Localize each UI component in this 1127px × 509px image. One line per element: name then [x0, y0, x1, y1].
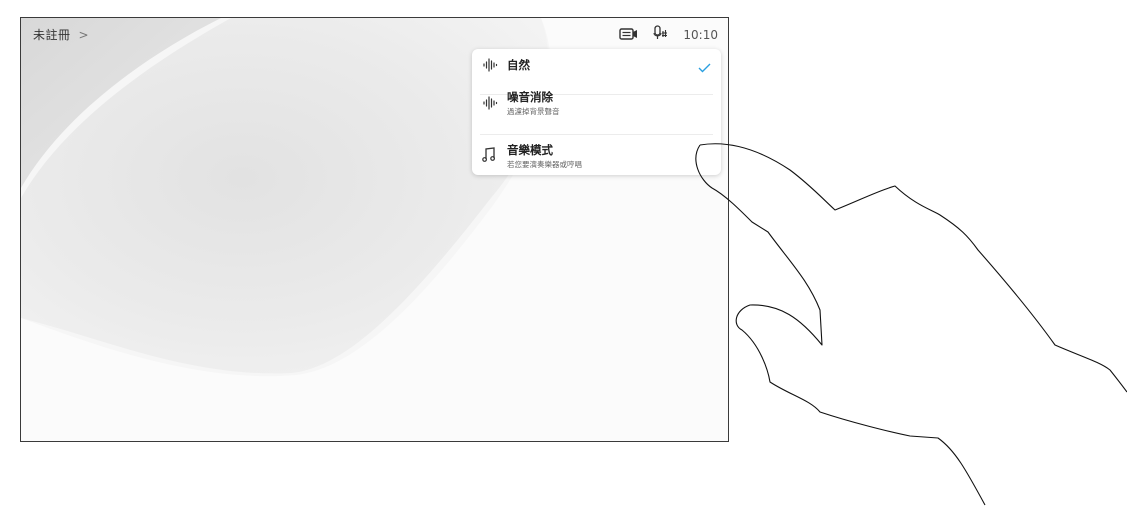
hand-pointer-illustration: [695, 143, 1127, 506]
